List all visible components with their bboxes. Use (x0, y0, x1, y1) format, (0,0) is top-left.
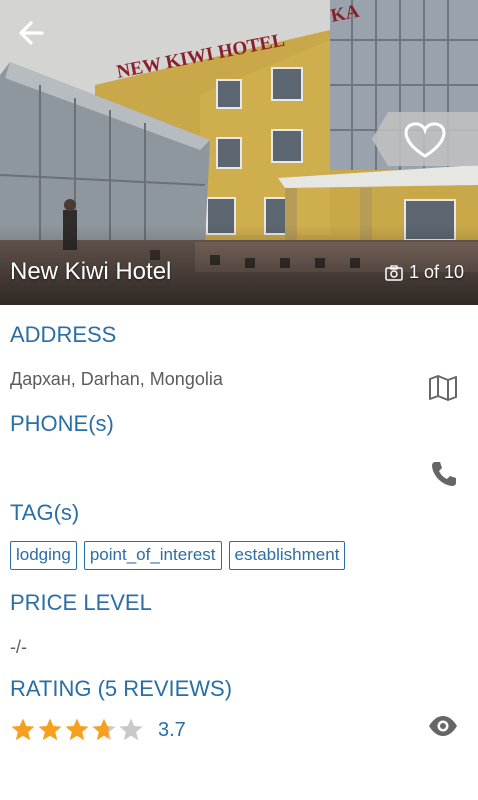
tag-chip[interactable]: lodging (10, 541, 77, 570)
price-level-value: -/- (10, 637, 27, 657)
rating-stars (10, 717, 144, 743)
star-icon (11, 718, 35, 741)
rating-title: RATING (5 REVIEWS) (10, 676, 233, 701)
tag-chip[interactable]: point_of_interest (83, 541, 222, 570)
address-value: Дархан, Darhan, Mongolia (10, 369, 223, 389)
back-arrow-icon[interactable] (12, 14, 50, 52)
phone-title: PHONE(s) (10, 411, 114, 436)
hotel-name: New Kiwi Hotel (10, 258, 172, 285)
address-title: ADDRESS (10, 322, 117, 347)
rating-row: 3.7 (10, 717, 186, 743)
map-icon[interactable] (427, 372, 459, 404)
star-icon (92, 718, 116, 741)
price-level-title: PRICE LEVEL (10, 590, 152, 615)
tag-list: lodging point_of_interest establishment (10, 541, 346, 570)
eye-icon[interactable] (427, 710, 459, 742)
tags-title: TAG(s) (10, 500, 80, 525)
camera-icon (385, 264, 403, 281)
photo-counter-text: 1 of 10 (408, 262, 464, 282)
star-icon (119, 718, 143, 741)
favorite-heart-button[interactable] (372, 112, 478, 166)
phone-icon[interactable] (428, 458, 460, 490)
tag-chip[interactable]: establishment (228, 541, 346, 570)
star-icon (38, 718, 62, 741)
star-icon (65, 718, 89, 741)
photo-counter: 1 of 10 (385, 262, 464, 283)
hotel-photo[interactable]: NEW KIWI HOTEL KA New Kiwi Hotel 1 of 10 (0, 0, 478, 305)
rating-value: 3.7 (158, 718, 186, 741)
